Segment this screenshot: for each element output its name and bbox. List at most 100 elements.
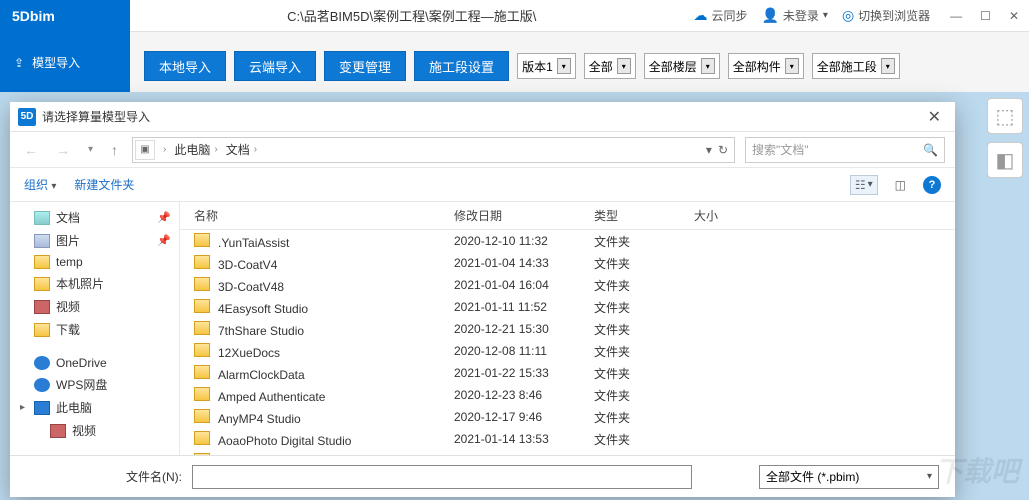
search-box[interactable]: 🔍 bbox=[745, 137, 945, 163]
tree-item-9[interactable]: 视频 bbox=[10, 419, 179, 442]
tree-item-4[interactable]: 视频 bbox=[10, 295, 179, 318]
chevron-down-icon: ▾ bbox=[927, 471, 932, 482]
pc-icon bbox=[34, 401, 50, 415]
filename-label: 文件名(N): bbox=[126, 468, 182, 485]
minimize-button[interactable]: — bbox=[950, 9, 962, 23]
folder-icon bbox=[194, 321, 210, 335]
breadcrumb-dropdown-icon[interactable]: ▾ bbox=[706, 143, 712, 157]
tree-item-7[interactable]: WPS网盘 bbox=[10, 373, 179, 396]
column-headers[interactable]: 名称 修改日期 类型 大小 bbox=[180, 202, 955, 230]
organize-button[interactable]: 组织 ▾ bbox=[24, 176, 56, 193]
file-row[interactable]: 7thShare Studio2020-12-21 15:30文件夹 bbox=[180, 318, 955, 340]
file-row[interactable]: 4Easysoft Studio2021-01-11 11:52文件夹 bbox=[180, 296, 955, 318]
close-button[interactable]: ✕ bbox=[1009, 9, 1019, 23]
search-icon[interactable]: 🔍 bbox=[923, 143, 938, 157]
breadcrumb-item-0[interactable]: 此电脑› bbox=[170, 141, 221, 158]
folder-icon bbox=[194, 299, 210, 313]
fld-icon bbox=[34, 255, 50, 269]
dialog-navbar: ← → ▾ ↑ ▣ › 此电脑› 文档› ▾ ↻ 🔍 bbox=[10, 132, 955, 168]
folder-tree[interactable]: 文档📌图片📌temp本机照片视频下载OneDriveWPS网盘▸此电脑视频 bbox=[10, 202, 180, 455]
dialog-footer: 文件名(N): 全部文件 (*.pbim) ▾ bbox=[10, 455, 955, 497]
breadcrumb-sep0[interactable]: › bbox=[159, 144, 170, 155]
toolbar-select-1[interactable]: 全部▾ bbox=[584, 53, 636, 79]
cloud-icon: ☁ bbox=[693, 7, 707, 24]
tree-item-8[interactable]: ▸此电脑 bbox=[10, 396, 179, 419]
breadcrumb-bar[interactable]: ▣ › 此电脑› 文档› ▾ ↻ bbox=[132, 137, 735, 163]
folder-icon bbox=[194, 233, 210, 247]
file-row[interactable]: AoaoPhoto Digital Studio2021-01-14 13:53… bbox=[180, 428, 955, 450]
folder-icon: ▣ bbox=[135, 140, 155, 160]
tree-item-1[interactable]: 图片📌 bbox=[10, 229, 179, 252]
doc-icon bbox=[34, 211, 50, 225]
sidebar-label: 模型导入 bbox=[32, 54, 80, 71]
sidebar-item-model-import[interactable]: ⇪ 模型导入 bbox=[0, 32, 130, 93]
file-row[interactable]: AlarmClockData2021-01-22 15:33文件夹 bbox=[180, 362, 955, 384]
folder-icon bbox=[194, 387, 210, 401]
col-type[interactable]: 类型 bbox=[594, 207, 694, 224]
organize-bar: 组织 ▾ 新建文件夹 ☷▾ ◫ ? bbox=[10, 168, 955, 202]
toolbar-button-2[interactable]: 变更管理 bbox=[324, 51, 406, 81]
col-date[interactable]: 修改日期 bbox=[454, 207, 594, 224]
header-actions: ☁云同步 👤未登录▾ ◎切换到浏览器 bbox=[693, 7, 940, 24]
pin-icon: 📌 bbox=[157, 234, 171, 247]
toolbar-select-3[interactable]: 全部构件▾ bbox=[728, 53, 804, 79]
search-input[interactable] bbox=[752, 143, 923, 157]
nav-back-button[interactable]: ← bbox=[20, 142, 42, 158]
folder-icon bbox=[194, 431, 210, 445]
dialog-body: 文档📌图片📌temp本机照片视频下载OneDriveWPS网盘▸此电脑视频 名称… bbox=[10, 202, 955, 455]
file-row[interactable]: .YunTaiAssist2020-12-10 11:32文件夹 bbox=[180, 230, 955, 252]
main-toolbar: 本地导入云端导入变更管理施工段设置版本1▾ 全部▾ 全部楼层▾ 全部构件▾ 全部施工段▾ bbox=[130, 40, 914, 92]
toolbar-button-1[interactable]: 云端导入 bbox=[234, 51, 316, 81]
help-button[interactable]: ? bbox=[923, 176, 941, 194]
file-row[interactable]: Amped Authenticate2020-12-23 8:46文件夹 bbox=[180, 384, 955, 406]
file-row[interactable]: 3D-CoatV42021-01-04 14:33文件夹 bbox=[180, 252, 955, 274]
tree-item-5[interactable]: 下载 bbox=[10, 318, 179, 341]
list-icon: ☷ bbox=[855, 178, 866, 192]
file-rows[interactable]: .YunTaiAssist2020-12-10 11:32文件夹3D-CoatV… bbox=[180, 230, 955, 455]
vid-icon bbox=[50, 424, 66, 438]
tree-item-3[interactable]: 本机照片 bbox=[10, 272, 179, 295]
file-open-dialog: 5D 请选择算量模型导入 ✕ ← → ▾ ↑ ▣ › 此电脑› 文档› ▾ ↻ … bbox=[10, 102, 955, 497]
view-mode-button[interactable]: ☷▾ bbox=[850, 175, 878, 195]
refresh-icon[interactable]: ↻ bbox=[718, 143, 728, 157]
chevron-down-icon: ▾ bbox=[701, 58, 715, 74]
window-controls: — ☐ ✕ bbox=[940, 9, 1029, 23]
login-label: 未登录 bbox=[783, 7, 819, 24]
cloud-icon bbox=[34, 356, 50, 370]
toolbar-button-0[interactable]: 本地导入 bbox=[144, 51, 226, 81]
nav-up-small[interactable]: ▾ bbox=[84, 144, 97, 155]
new-folder-button[interactable]: 新建文件夹 bbox=[74, 176, 134, 193]
tree-item-0[interactable]: 文档📌 bbox=[10, 206, 179, 229]
tree-item-6[interactable]: OneDrive bbox=[10, 353, 179, 373]
login-button[interactable]: 👤未登录▾ bbox=[761, 7, 827, 24]
view-cube-2[interactable]: ◧ bbox=[987, 142, 1023, 178]
browser-icon: ◎ bbox=[842, 7, 854, 24]
col-size[interactable]: 大小 bbox=[694, 207, 774, 224]
browser-switch-button[interactable]: ◎切换到浏览器 bbox=[842, 7, 930, 24]
col-name[interactable]: 名称 bbox=[194, 207, 454, 224]
expand-icon[interactable]: ▸ bbox=[20, 402, 25, 413]
toolbar-select-0[interactable]: 版本1▾ bbox=[517, 53, 576, 79]
toolbar-select-2[interactable]: 全部楼层▾ bbox=[644, 53, 720, 79]
folder-icon bbox=[194, 255, 210, 269]
filename-input[interactable] bbox=[192, 465, 692, 489]
tree-item-2[interactable]: temp bbox=[10, 252, 179, 272]
filetype-select[interactable]: 全部文件 (*.pbim) ▾ bbox=[759, 465, 939, 489]
cloud-sync-button[interactable]: ☁云同步 bbox=[693, 7, 747, 24]
browser-label: 切换到浏览器 bbox=[858, 7, 930, 24]
file-row[interactable]: AnyMP4 Studio2020-12-17 9:46文件夹 bbox=[180, 406, 955, 428]
breadcrumb-item-1[interactable]: 文档› bbox=[222, 141, 261, 158]
nav-forward-button[interactable]: → bbox=[52, 142, 74, 158]
toolbar-select-4[interactable]: 全部施工段▾ bbox=[812, 53, 900, 79]
maximize-button[interactable]: ☐ bbox=[980, 9, 991, 23]
dialog-close-button[interactable]: ✕ bbox=[922, 107, 947, 127]
vid-icon bbox=[34, 300, 50, 314]
preview-pane-button[interactable]: ◫ bbox=[890, 175, 911, 195]
file-row[interactable]: 12XueDocs2020-12-08 11:11文件夹 bbox=[180, 340, 955, 362]
view-cube-1[interactable]: ⬚ bbox=[987, 98, 1023, 134]
folder-icon bbox=[194, 409, 210, 423]
file-row[interactable]: 3D-CoatV482021-01-04 16:04文件夹 bbox=[180, 274, 955, 296]
toolbar-button-3[interactable]: 施工段设置 bbox=[414, 51, 509, 81]
nav-up-button[interactable]: ↑ bbox=[107, 142, 122, 158]
view-cubes: ⬚ ◧ bbox=[987, 98, 1023, 178]
